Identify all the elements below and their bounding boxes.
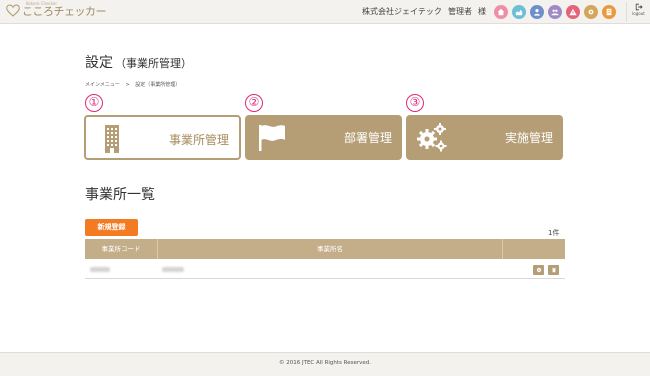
office-name-cell	[162, 267, 184, 272]
tile-label: 事業所管理	[168, 133, 229, 147]
page-title: 設定 （事業所管理）	[85, 52, 192, 72]
column-header-office-name: 事業所名	[317, 245, 343, 253]
flag-icon	[259, 125, 285, 151]
chart-icon[interactable]	[512, 5, 526, 19]
heart-logo-icon	[6, 4, 20, 17]
home-icon[interactable]	[494, 5, 508, 19]
building-icon	[105, 125, 119, 153]
new-registration-button[interactable]: 新規登録	[85, 219, 138, 236]
step-marker-1: ①	[85, 94, 103, 112]
document-icon[interactable]	[602, 5, 616, 19]
page-title-sub: （事業所管理）	[115, 57, 192, 70]
tile-office-management[interactable]: 事業所管理	[84, 115, 241, 160]
gears-icon	[417, 123, 447, 152]
company-name: 株式会社ジェイテック	[362, 7, 442, 16]
copyright-text: © 2016 JTEC All Rights Reserved.	[278, 360, 372, 366]
breadcrumb-item-current: 設定（事業所管理）	[135, 82, 181, 88]
column-header-actions	[503, 239, 565, 259]
column-header-office-code: 事業所コード	[101, 245, 141, 253]
page-footer: © 2016 JTEC All Rights Reserved.	[0, 352, 650, 376]
office-code-cell	[90, 267, 110, 272]
gear-icon	[536, 267, 541, 273]
section-title: 事業所一覧	[85, 187, 155, 203]
trash-icon	[551, 267, 556, 273]
delete-button[interactable]	[548, 265, 559, 275]
tile-implementation-management[interactable]: 実施管理	[406, 115, 563, 160]
warning-icon[interactable]	[566, 5, 580, 19]
logout-label: logout	[632, 11, 645, 16]
user-name: 管理者	[448, 7, 472, 16]
step-marker-3: ③	[406, 94, 424, 112]
breadcrumb-item-main-menu[interactable]: メインメニュー	[85, 82, 120, 88]
step-marker-2: ②	[245, 94, 263, 112]
record-count: 1件	[548, 229, 560, 237]
logout-button[interactable]: logout	[626, 2, 650, 22]
settings-icon[interactable]	[584, 5, 598, 19]
top-header: Kokoro Checker こころチェッカー 株式会社ジェイテック 管理者 様…	[0, 0, 650, 24]
breadcrumb-separator: >	[125, 82, 130, 88]
edit-settings-button[interactable]	[533, 265, 544, 275]
group-icon[interactable]	[548, 5, 562, 19]
table-header: 事業所コード 事業所名	[85, 239, 565, 259]
tile-label: 部署管理	[343, 131, 392, 145]
user-icon[interactable]	[530, 5, 544, 19]
page-title-main: 設定	[85, 55, 113, 71]
table-row[interactable]	[85, 259, 565, 279]
tile-department-management[interactable]: 部署管理	[245, 115, 402, 160]
breadcrumb: メインメニュー > 設定（事業所管理）	[85, 81, 184, 88]
app-subtitle: Kokoro Checker	[26, 1, 58, 6]
user-honorific: 様	[478, 7, 486, 16]
tile-label: 実施管理	[504, 131, 553, 145]
logout-icon	[635, 3, 643, 11]
office-table: 事業所コード 事業所名	[85, 239, 565, 279]
app-logo[interactable]: Kokoro Checker こころチェッカー	[6, 1, 107, 19]
